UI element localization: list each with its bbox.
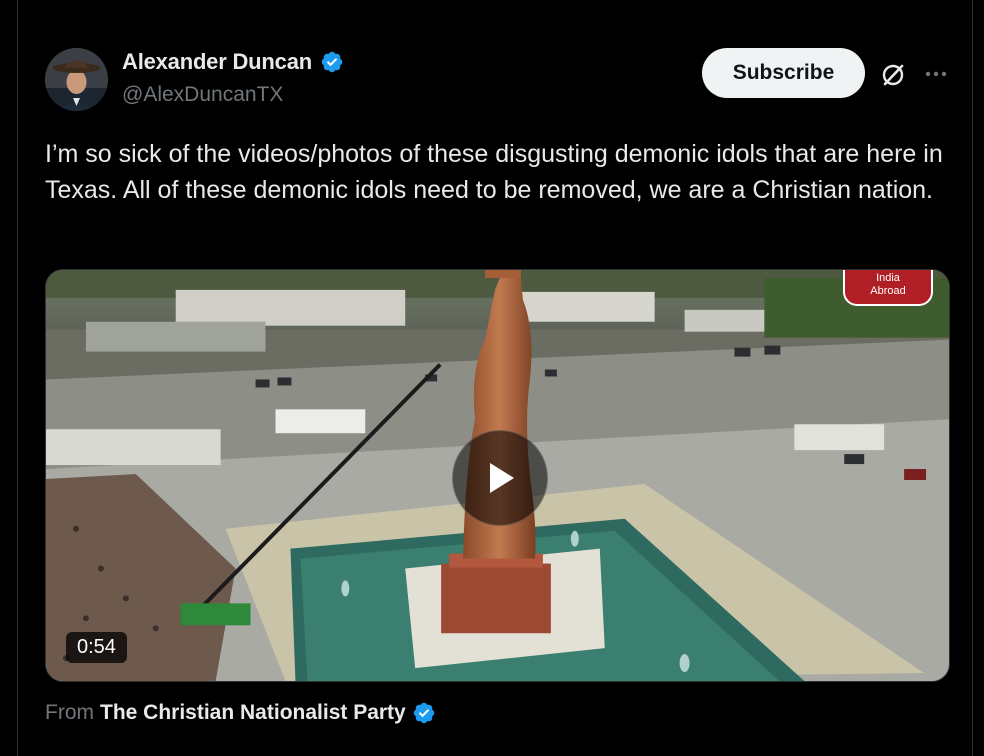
grok-icon[interactable] bbox=[878, 60, 908, 90]
avatar-image bbox=[45, 48, 108, 111]
subscribe-button[interactable]: Subscribe bbox=[702, 48, 865, 98]
tweet-text: I’m so sick of the videos/photos of thes… bbox=[45, 140, 943, 204]
author-name-row: Alexander Duncan bbox=[122, 49, 344, 75]
watermark-logo: India Abroad bbox=[843, 270, 933, 306]
video-duration: 0:54 bbox=[66, 632, 127, 663]
avatar[interactable] bbox=[45, 48, 108, 111]
timeline-border-right bbox=[972, 0, 973, 756]
play-icon bbox=[490, 463, 514, 493]
video-player[interactable]: India Abroad 0:54 bbox=[45, 269, 950, 682]
from-label: From bbox=[45, 701, 94, 724]
watermark-top: India bbox=[876, 272, 900, 284]
video-source-attribution: From The Christian Nationalist Party bbox=[45, 701, 436, 725]
author-handle[interactable]: @AlexDuncanTX bbox=[122, 83, 283, 107]
verified-badge-icon bbox=[320, 50, 344, 74]
source-account-name[interactable]: The Christian Nationalist Party bbox=[100, 701, 406, 725]
author-display-name[interactable]: Alexander Duncan bbox=[122, 49, 312, 75]
more-icon[interactable] bbox=[923, 63, 949, 85]
timeline-border-left bbox=[17, 0, 18, 756]
watermark-bottom: Abroad bbox=[870, 285, 906, 297]
play-button[interactable] bbox=[452, 430, 548, 526]
verified-badge-icon bbox=[412, 701, 436, 725]
